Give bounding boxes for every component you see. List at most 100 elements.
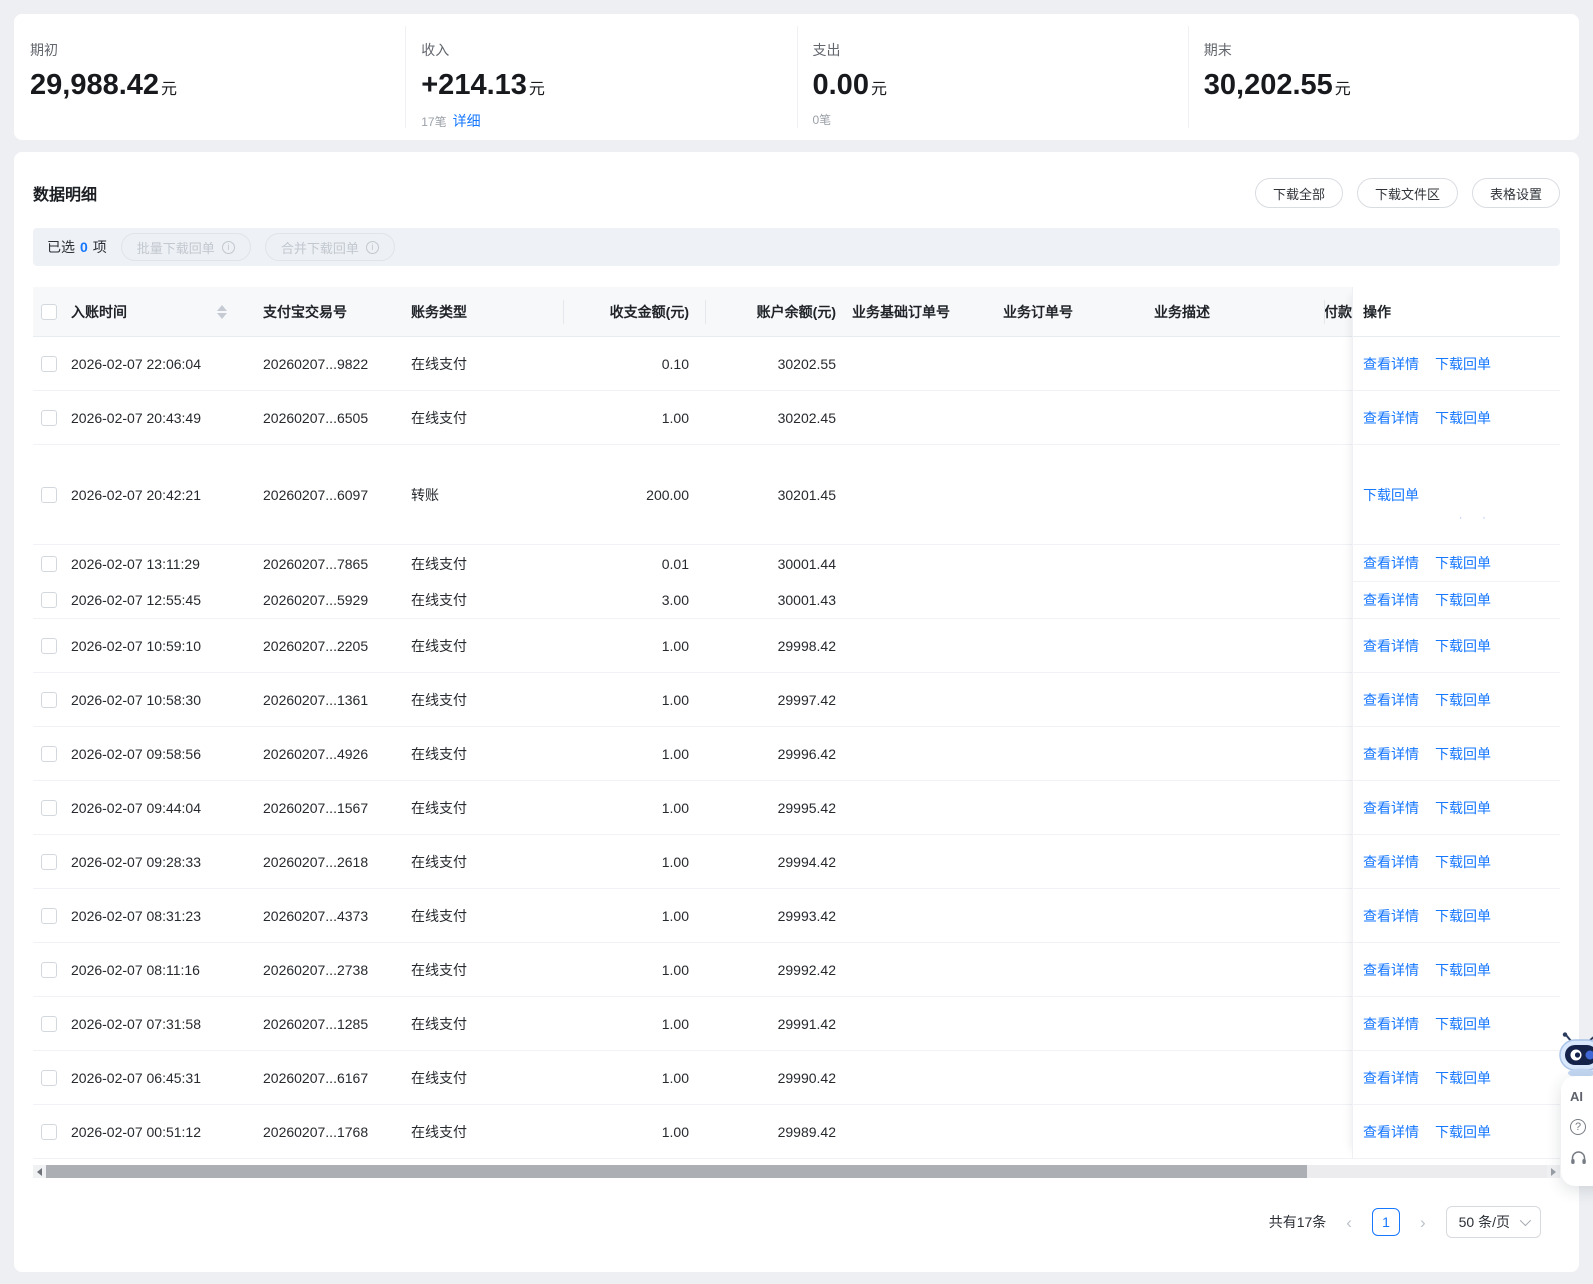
select-all-checkbox[interactable] bbox=[41, 303, 57, 320]
prev-page-chevron-icon[interactable]: ‹ bbox=[1346, 1214, 1352, 1231]
download-receipt-link[interactable]: 下载回单 bbox=[1363, 485, 1419, 505]
page-number-button[interactable]: 1 bbox=[1371, 1208, 1400, 1236]
row-checkbox[interactable] bbox=[41, 907, 57, 924]
download-receipt-link[interactable]: 下载回单 bbox=[1435, 1122, 1491, 1142]
cell-txn: 20260207...7865 bbox=[263, 555, 369, 572]
table-row: 2026-02-07 09:58:56 20260207...4926 在线支付 1.… bbox=[33, 727, 1560, 781]
cell-txn: 20260207...6505 bbox=[263, 409, 369, 426]
view-detail-link[interactable]: 查看详情 bbox=[1363, 553, 1419, 573]
transactions-table: 入账时间 支付宝交易号 账务类型 收支金额(元) 账户余额(元) 业务基础订单号 业务订单号… bbox=[33, 287, 1560, 1159]
view-detail-link[interactable]: 查看详情 bbox=[1363, 690, 1419, 710]
table-row: 2026-02-07 07:31:58 20260207...1285 在线支付 1.… bbox=[33, 997, 1560, 1051]
info-icon: i bbox=[221, 240, 235, 254]
help-icon[interactable]: ? bbox=[1570, 1119, 1586, 1135]
row-actions-cell: 查看详情 下载回单 bbox=[1353, 619, 1560, 673]
row-checkbox[interactable] bbox=[41, 409, 57, 426]
column-header-5: 业务基础订单号 bbox=[852, 303, 950, 320]
row-actions-cell: 查看详情 下载回单 bbox=[1353, 835, 1560, 889]
row-actions-cell: 查看详情 下载回单 bbox=[1353, 337, 1560, 391]
data-detail-card: 数据明细 下载全部 下载文件区 表格设置 已选 0 项 批量下载回单 i 合并下载… bbox=[14, 152, 1579, 1272]
row-checkbox[interactable] bbox=[41, 592, 57, 608]
download-receipt-link[interactable]: 下载回单 bbox=[1435, 960, 1491, 980]
download-all-button[interactable]: 下载全部 bbox=[1254, 178, 1343, 208]
table-row: 2026-02-07 22:06:04 20260207...9822 在线支付 0.… bbox=[33, 337, 1560, 391]
row-checkbox[interactable] bbox=[41, 799, 57, 816]
next-page-chevron-icon[interactable]: › bbox=[1420, 1214, 1426, 1231]
row-checkbox[interactable] bbox=[41, 691, 57, 708]
download-receipt-link[interactable]: 下载回单 bbox=[1435, 906, 1491, 926]
cell-txn: 20260207...6167 bbox=[263, 1069, 369, 1086]
view-detail-link[interactable]: 查看详情 bbox=[1363, 1014, 1419, 1034]
row-checkbox[interactable] bbox=[41, 1123, 57, 1140]
table-settings-button[interactable]: 表格设置 bbox=[1471, 178, 1560, 208]
sort-icon[interactable] bbox=[217, 305, 227, 319]
download-receipt-link[interactable]: 下载回单 bbox=[1435, 744, 1491, 764]
page: { "colors": { "accent": "#1677ff" }, "su… bbox=[0, 0, 1593, 1284]
row-checkbox-cell bbox=[33, 1069, 71, 1086]
actions-fixed-column: 操作 查看详情 下载回单 查看详情 下载回单 下载回单 · · 查看详情 下载回单 查看详情 下载… bbox=[1352, 287, 1560, 1159]
download-receipt-link[interactable]: 下载回单 bbox=[1435, 553, 1491, 573]
table-row: 2026-02-07 10:59:10 20260207...2205 在线支付 1.… bbox=[33, 619, 1560, 673]
summary-card: 期初 29,988.42 元 收入 +214.13 元 17笔 详细 支出 0.00 元… bbox=[14, 14, 1579, 140]
view-detail-link[interactable]: 查看详情 bbox=[1363, 852, 1419, 872]
row-checkbox-cell bbox=[33, 907, 71, 924]
download-receipt-link[interactable]: 下载回单 bbox=[1435, 354, 1491, 374]
view-detail-link[interactable]: 查看详情 bbox=[1363, 906, 1419, 926]
row-checkbox[interactable] bbox=[41, 355, 57, 372]
row-checkbox[interactable] bbox=[41, 853, 57, 870]
download-filezone-button[interactable]: 下载文件区 bbox=[1356, 178, 1458, 208]
row-checkbox[interactable] bbox=[41, 1069, 57, 1086]
scrollbar-thumb[interactable] bbox=[46, 1165, 1307, 1178]
row-checkbox-cell bbox=[33, 1123, 71, 1140]
download-receipt-link[interactable]: 下载回单 bbox=[1435, 408, 1491, 428]
view-detail-link[interactable]: 查看详情 bbox=[1363, 354, 1419, 374]
table-header-row: 入账时间 支付宝交易号 账务类型 收支金额(元) 账户余额(元) 业务基础订单号 业务订单号… bbox=[33, 287, 1560, 337]
view-detail-link[interactable]: 查看详情 bbox=[1363, 408, 1419, 428]
view-detail-link[interactable]: 查看详情 bbox=[1363, 798, 1419, 818]
row-actions-cell: 查看详情 下载回单 bbox=[1353, 582, 1560, 619]
download-receipt-link[interactable]: 下载回单 bbox=[1435, 852, 1491, 872]
actions-column-header: 操作 bbox=[1353, 287, 1560, 337]
selection-bar: 已选 0 项 批量下载回单 i 合并下载回单 i bbox=[33, 228, 1560, 266]
summary-expense: 支出 0.00 元 0笔 bbox=[796, 14, 1188, 140]
scroll-right-button[interactable] bbox=[1547, 1165, 1560, 1178]
cell-balance: 29995.42 bbox=[777, 799, 836, 816]
scroll-left-button[interactable] bbox=[33, 1165, 46, 1178]
download-receipt-link[interactable]: 下载回单 bbox=[1435, 798, 1491, 818]
cell-type: 在线支付 bbox=[411, 592, 467, 608]
summary-income: 收入 +214.13 元 17笔 详细 bbox=[405, 14, 796, 140]
view-detail-link[interactable]: 查看详情 bbox=[1363, 590, 1419, 610]
row-checkbox[interactable] bbox=[41, 637, 57, 654]
batch-download-button[interactable]: 批量下载回单 i bbox=[120, 233, 251, 261]
download-receipt-link[interactable]: 下载回单 bbox=[1435, 1014, 1491, 1034]
view-detail-link[interactable]: 查看详情 bbox=[1363, 960, 1419, 980]
summary-closing: 期末 30,202.55 元 bbox=[1187, 14, 1579, 140]
income-detail-link[interactable]: 详细 bbox=[453, 113, 481, 129]
scrollbar-track[interactable] bbox=[46, 1165, 1547, 1178]
row-checkbox[interactable] bbox=[41, 961, 57, 978]
cell-amount: 0.01 bbox=[661, 555, 689, 572]
download-receipt-link[interactable]: 下载回单 bbox=[1435, 1068, 1491, 1088]
table-scroll-area[interactable]: 入账时间 支付宝交易号 账务类型 收支金额(元) 账户余额(元) 业务基础订单号 业务订单号… bbox=[33, 287, 1560, 1159]
horizontal-scrollbar[interactable] bbox=[33, 1165, 1560, 1178]
download-receipt-link[interactable]: 下载回单 bbox=[1435, 690, 1491, 710]
view-detail-link[interactable]: 查看详情 bbox=[1363, 636, 1419, 656]
cell-amount: 1.00 bbox=[661, 799, 689, 816]
column-header-7: 业务描述 bbox=[1154, 303, 1210, 320]
ai-menu-item[interactable]: AI bbox=[1570, 1089, 1593, 1104]
view-detail-link[interactable]: 查看详情 bbox=[1363, 1068, 1419, 1088]
row-checkbox[interactable] bbox=[41, 745, 57, 762]
cell-txn: 20260207...1361 bbox=[263, 691, 369, 708]
column-header-0: 入账时间 bbox=[71, 302, 263, 322]
row-checkbox[interactable] bbox=[41, 555, 57, 572]
summary-expense-sub: 0笔 bbox=[812, 113, 832, 127]
view-detail-link[interactable]: 查看详情 bbox=[1363, 744, 1419, 764]
headset-icon[interactable] bbox=[1570, 1150, 1593, 1171]
download-receipt-link[interactable]: 下载回单 bbox=[1435, 590, 1491, 610]
merge-download-button[interactable]: 合并下载回单 i bbox=[264, 233, 395, 261]
page-size-select[interactable]: 50 条/页 bbox=[1445, 1206, 1541, 1238]
row-checkbox[interactable] bbox=[41, 1015, 57, 1032]
download-receipt-link[interactable]: 下载回单 bbox=[1435, 636, 1491, 656]
view-detail-link[interactable]: 查看详情 bbox=[1363, 1122, 1419, 1142]
row-checkbox[interactable] bbox=[41, 486, 57, 503]
